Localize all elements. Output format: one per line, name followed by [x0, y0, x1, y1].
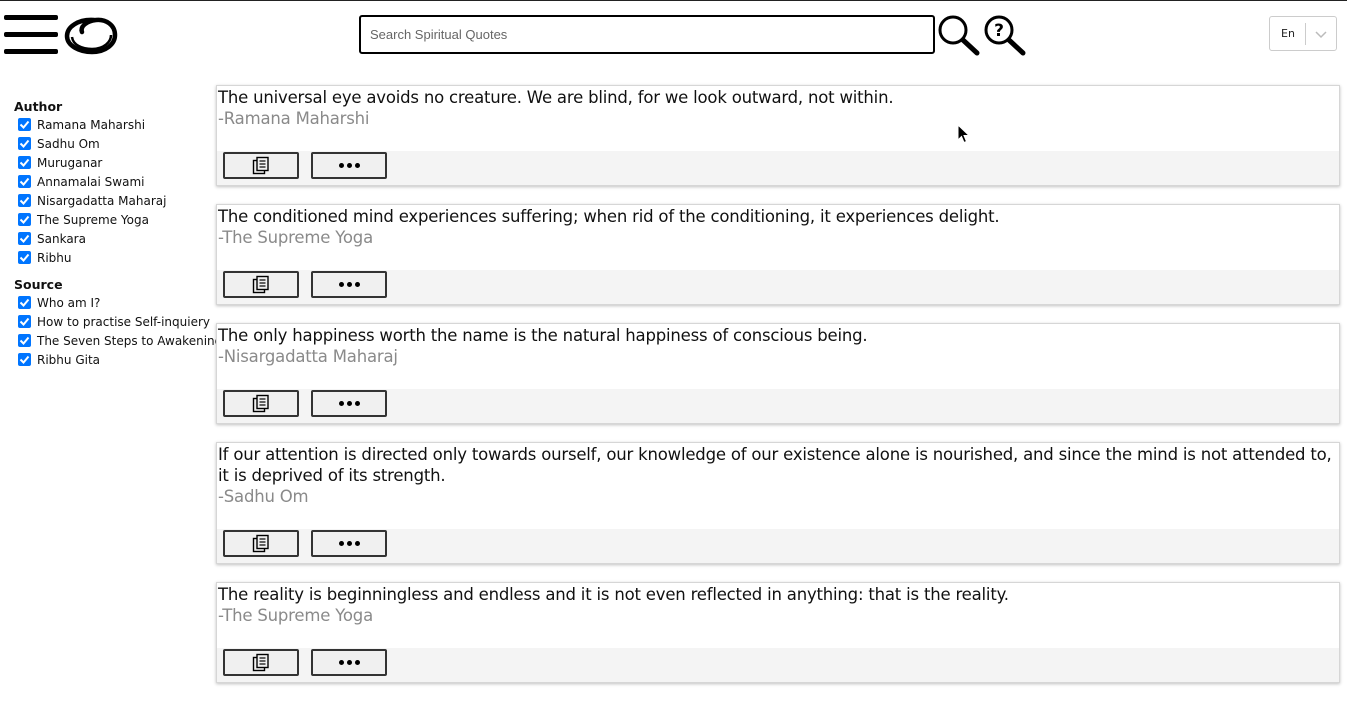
source-filter-label: Ribhu Gita [37, 353, 101, 367]
more-button[interactable] [311, 271, 387, 298]
source-filter-label: How to practise Self-inquiery [37, 315, 210, 329]
quote-card: If our attention is directed only toward… [216, 442, 1340, 564]
checkbox-checked-icon[interactable] [18, 156, 31, 169]
source-heading: Source [14, 277, 63, 292]
quote-card: The only happiness worth the name is the… [216, 323, 1340, 424]
checkbox-checked-icon[interactable] [18, 194, 31, 207]
quote-author[interactable]: -Sadhu Om [217, 486, 1339, 507]
quote-actions-bar [217, 648, 1339, 682]
checkbox-checked-icon[interactable] [18, 315, 31, 328]
top-border [0, 0, 1347, 1]
quote-actions-bar [217, 151, 1339, 185]
language-value: En [1281, 27, 1295, 40]
source-filter-item[interactable]: The Seven Steps to Awakening [14, 332, 222, 351]
hamburger-menu-icon[interactable] [4, 15, 58, 55]
author-filter-list: Ramana Maharshi Sadhu Om Muruganar Annamala… [14, 116, 214, 268]
more-dots-icon [338, 401, 360, 406]
quote-author[interactable]: -The Supreme Yoga [217, 605, 1339, 626]
enso-circle-logo-icon[interactable] [64, 14, 118, 56]
quote-author[interactable]: -The Supreme Yoga [217, 227, 1339, 248]
mouse-cursor-icon [957, 124, 971, 144]
more-dots-icon [338, 660, 360, 665]
author-filter-item[interactable]: Annamalai Swami [14, 173, 214, 192]
checkbox-checked-icon[interactable] [18, 334, 31, 347]
copy-button[interactable] [223, 390, 299, 417]
chevron-down-icon [1315, 31, 1327, 39]
author-filter-item[interactable]: The Supreme Yoga [14, 211, 214, 230]
quote-author[interactable]: -Ramana Maharshi [217, 108, 1339, 129]
author-filter-label: Annamalai Swami [37, 175, 145, 189]
source-filter-label: Who am I? [37, 296, 101, 310]
quote-actions-bar [217, 529, 1339, 563]
magnifier-icon[interactable] [935, 13, 981, 57]
source-filter-item[interactable]: How to practise Self-inquiery [14, 313, 214, 332]
checkbox-checked-icon[interactable] [18, 175, 31, 188]
author-filter-label: Ribhu [37, 251, 72, 265]
quote-text: The only happiness worth the name is the… [218, 326, 868, 345]
checkbox-checked-icon[interactable] [18, 232, 31, 245]
copy-icon [252, 653, 269, 671]
source-filter-item[interactable]: Who am I? [14, 294, 214, 313]
more-button[interactable] [311, 152, 387, 179]
quote-card: The conditioned mind experiences sufferi… [216, 204, 1340, 305]
quote-card: The universal eye avoids no creature. We… [216, 85, 1340, 186]
copy-button[interactable] [223, 271, 299, 298]
author-filter-label: Nisargadatta Maharaj [37, 194, 167, 208]
more-button[interactable] [311, 649, 387, 676]
author-filter-item[interactable]: Ramana Maharshi [14, 116, 214, 135]
source-filter-label: The Seven Steps to Awakening [37, 334, 223, 348]
author-filter-item[interactable]: Ribhu [14, 249, 214, 268]
checkbox-checked-icon[interactable] [18, 296, 31, 309]
search-input[interactable] [359, 15, 935, 54]
more-dots-icon [338, 163, 360, 168]
quote-text: The universal eye avoids no creature. We… [218, 88, 894, 107]
author-filter-item[interactable]: Nisargadatta Maharaj [14, 192, 214, 211]
more-button[interactable] [311, 390, 387, 417]
copy-button[interactable] [223, 530, 299, 557]
filter-sidebar: Author Ramana Maharshi Sadhu Om Muruganar A… [14, 98, 222, 370]
source-filter-item[interactable]: Ribhu Gita [14, 351, 214, 370]
author-filter-item[interactable]: Sadhu Om [14, 135, 214, 154]
quote-actions-bar [217, 389, 1339, 423]
quote-text: The reality is beginningless and endless… [218, 585, 1009, 604]
author-filter-label: Sankara [37, 232, 86, 246]
author-filter-label: Ramana Maharshi [37, 118, 146, 132]
quote-text: The conditioned mind experiences sufferi… [218, 207, 1000, 226]
author-filter-item[interactable]: Muruganar [14, 154, 214, 173]
more-dots-icon [338, 282, 360, 287]
author-filter-label: The Supreme Yoga [37, 213, 149, 227]
more-dots-icon [338, 541, 360, 546]
language-separator [1305, 23, 1306, 45]
copy-button[interactable] [223, 152, 299, 179]
checkbox-checked-icon[interactable] [18, 251, 31, 264]
svg-text:?: ? [994, 21, 1004, 41]
source-filter-list: Who am I? How to practise Self-inquiery Th… [14, 294, 222, 370]
copy-icon [252, 156, 269, 174]
checkbox-checked-icon[interactable] [18, 213, 31, 226]
copy-button[interactable] [223, 649, 299, 676]
quote-text: If our attention is directed only toward… [218, 445, 1332, 485]
author-heading: Author [14, 99, 63, 114]
quote-list: The universal eye avoids no creature. We… [216, 85, 1340, 701]
checkbox-checked-icon[interactable] [18, 137, 31, 150]
quote-card: The reality is beginningless and endless… [216, 582, 1340, 683]
author-filter-item[interactable]: Sankara [14, 230, 214, 249]
author-filter-label: Sadhu Om [37, 137, 100, 151]
copy-icon [252, 534, 269, 552]
checkbox-checked-icon[interactable] [18, 353, 31, 366]
checkbox-checked-icon[interactable] [18, 118, 31, 131]
quote-actions-bar [217, 270, 1339, 304]
copy-icon [252, 394, 269, 412]
question-magnifier-icon[interactable]: ? [981, 13, 1027, 57]
author-filter-label: Muruganar [37, 156, 103, 170]
copy-icon [252, 275, 269, 293]
language-select[interactable]: En [1269, 16, 1337, 51]
more-button[interactable] [311, 530, 387, 557]
quote-author[interactable]: -Nisargadatta Maharaj [217, 346, 1339, 367]
